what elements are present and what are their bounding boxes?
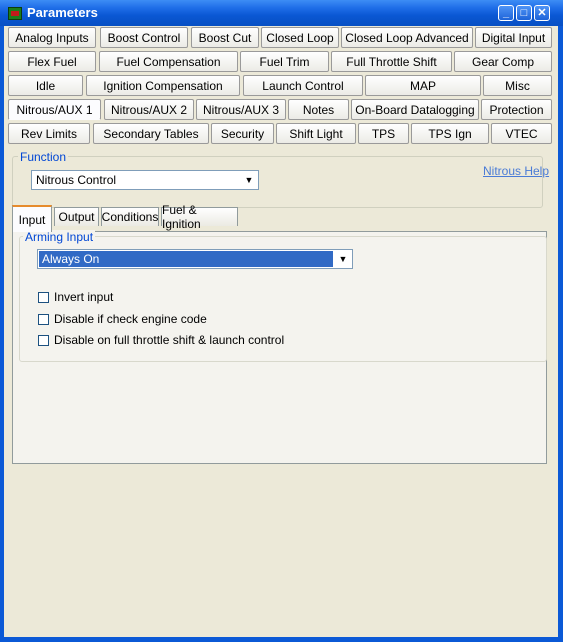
tab-protection[interactable]: Protection: [481, 99, 552, 120]
tab-digital-input[interactable]: Digital Input: [475, 27, 552, 48]
tab-full-throttle-shift[interactable]: Full Throttle Shift: [331, 51, 452, 72]
tab-gear-comp[interactable]: Gear Comp: [454, 51, 552, 72]
checkbox-box[interactable]: [38, 291, 49, 303]
function-select-value: Nitrous Control: [36, 173, 117, 187]
tab-map[interactable]: MAP: [365, 75, 481, 96]
tab-rev-limits[interactable]: Rev Limits: [8, 123, 90, 144]
app-icon: [8, 7, 22, 20]
tab-analog-inputs[interactable]: Analog Inputs: [8, 27, 96, 48]
tab-launch-control[interactable]: Launch Control: [243, 75, 363, 96]
tab-security[interactable]: Security: [211, 123, 274, 144]
tab-flex-fuel[interactable]: Flex Fuel: [8, 51, 96, 72]
tab-closed-loop-advanced[interactable]: Closed Loop Advanced: [341, 27, 473, 48]
tab-closed-loop[interactable]: Closed Loop: [261, 27, 339, 48]
chevron-down-icon[interactable]: ▼: [335, 251, 351, 267]
invert-input-checkbox[interactable]: Invert input: [38, 290, 113, 304]
window-title: Parameters: [27, 5, 98, 20]
tab-fuel-compensation[interactable]: Fuel Compensation: [99, 51, 238, 72]
client-area: Analog Inputs Boost Control Boost Cut Cl…: [4, 26, 558, 637]
tab-shift-light[interactable]: Shift Light: [276, 123, 356, 144]
tab-input[interactable]: Input: [12, 205, 52, 232]
checkbox-label: Disable on full throttle shift & launch …: [54, 333, 285, 347]
tab-conditions[interactable]: Conditions: [101, 207, 159, 226]
tab-vtec[interactable]: VTEC: [491, 123, 552, 144]
checkbox-box[interactable]: [38, 334, 49, 346]
function-select[interactable]: Nitrous Control ▼: [31, 170, 259, 190]
tab-tps[interactable]: TPS: [358, 123, 409, 144]
nitrous-help-link[interactable]: Nitrous Help: [483, 164, 549, 178]
tab-idle[interactable]: Idle: [8, 75, 83, 96]
tab-nitrous-aux-2[interactable]: Nitrous/AUX 2: [104, 99, 194, 120]
minimize-button[interactable]: _: [498, 5, 514, 21]
arming-input-legend: Arming Input: [23, 230, 96, 244]
parameters-window: Parameters _ □ ✕ Analog Inputs Boost Con…: [0, 0, 563, 642]
checkbox-label: Disable if check engine code: [54, 312, 207, 326]
input-panel: Arming Input Always On ▼ Invert input Di…: [12, 230, 547, 464]
arming-input-value: Always On: [42, 252, 100, 266]
disable-check-engine-checkbox[interactable]: Disable if check engine code: [38, 312, 207, 326]
chevron-down-icon[interactable]: ▼: [241, 172, 257, 188]
title-bar[interactable]: Parameters _ □ ✕: [0, 0, 563, 26]
tab-nitrous-aux-3[interactable]: Nitrous/AUX 3: [196, 99, 286, 120]
tab-tps-ign[interactable]: TPS Ign: [411, 123, 489, 144]
tab-output[interactable]: Output: [54, 207, 99, 226]
maximize-button[interactable]: □: [516, 5, 532, 21]
tab-notes[interactable]: Notes: [288, 99, 349, 120]
tab-misc[interactable]: Misc: [483, 75, 552, 96]
close-button[interactable]: ✕: [534, 5, 550, 21]
tab-boost-control[interactable]: Boost Control: [100, 27, 188, 48]
tab-secondary-tables[interactable]: Secondary Tables: [93, 123, 209, 144]
tab-nitrous-aux-1[interactable]: Nitrous/AUX 1: [8, 99, 101, 120]
tab-on-board-datalogging[interactable]: On-Board Datalogging: [351, 99, 479, 120]
checkbox-label: Invert input: [54, 290, 114, 304]
disable-full-throttle-checkbox[interactable]: Disable on full throttle shift & launch …: [38, 333, 284, 347]
function-legend: Function: [18, 150, 69, 164]
checkbox-box[interactable]: [38, 313, 49, 325]
tab-fuel-trim[interactable]: Fuel Trim: [240, 51, 329, 72]
tab-ignition-compensation[interactable]: Ignition Compensation: [86, 75, 240, 96]
tab-fuel-ignition[interactable]: Fuel & Ignition: [161, 203, 238, 231]
arming-input-select[interactable]: Always On ▼: [37, 249, 353, 269]
tab-boost-cut[interactable]: Boost Cut: [191, 27, 259, 48]
